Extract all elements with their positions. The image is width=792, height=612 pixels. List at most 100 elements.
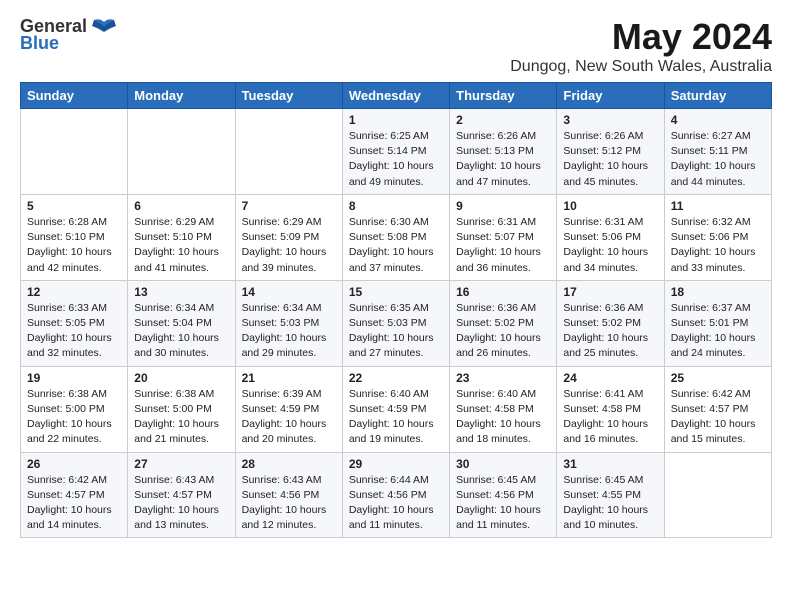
header-wednesday: Wednesday bbox=[342, 83, 449, 109]
calendar-cell: 1Sunrise: 6:25 AM Sunset: 5:14 PM Daylig… bbox=[342, 109, 449, 195]
day-number: 25 bbox=[671, 371, 765, 385]
day-info: Sunrise: 6:29 AM Sunset: 5:10 PM Dayligh… bbox=[134, 215, 228, 276]
title-section: May 2024 Dungog, New South Wales, Austra… bbox=[510, 16, 772, 76]
day-number: 17 bbox=[563, 285, 657, 299]
calendar-cell: 5Sunrise: 6:28 AM Sunset: 5:10 PM Daylig… bbox=[21, 194, 128, 280]
calendar-cell bbox=[21, 109, 128, 195]
day-number: 29 bbox=[349, 457, 443, 471]
day-info: Sunrise: 6:38 AM Sunset: 5:00 PM Dayligh… bbox=[27, 387, 121, 448]
header-friday: Friday bbox=[557, 83, 664, 109]
header: General Blue May 2024 Dungog, New South … bbox=[20, 16, 772, 76]
location-subtitle: Dungog, New South Wales, Australia bbox=[510, 58, 772, 76]
day-number: 13 bbox=[134, 285, 228, 299]
calendar-cell bbox=[128, 109, 235, 195]
day-number: 14 bbox=[242, 285, 336, 299]
day-number: 5 bbox=[27, 199, 121, 213]
day-info: Sunrise: 6:45 AM Sunset: 4:56 PM Dayligh… bbox=[456, 473, 550, 534]
calendar-cell: 10 Sunrise: 6:31 AM Sunset: 5:06 PM Dayli… bbox=[557, 194, 664, 280]
day-info: Sunrise: 6:33 AM Sunset: 5:05 PM Dayligh… bbox=[27, 301, 121, 362]
calendar-cell: 14 Sunrise: 6:34 AM Sunset: 5:03 PM Dayli… bbox=[235, 280, 342, 366]
calendar-cell: 19 Sunrise: 6:38 AM Sunset: 5:00 PM Dayli… bbox=[21, 366, 128, 452]
calendar-cell: 18 Sunrise: 6:37 AM Sunset: 5:01 PM Dayli… bbox=[664, 280, 771, 366]
calendar-week-row: 1Sunrise: 6:25 AM Sunset: 5:14 PM Daylig… bbox=[21, 109, 772, 195]
calendar-cell: 30 Sunrise: 6:45 AM Sunset: 4:56 PM Dayli… bbox=[450, 452, 557, 538]
calendar-cell: 15Sunrise: 6:35 AM Sunset: 5:03 PM Dayli… bbox=[342, 280, 449, 366]
header-tuesday: Tuesday bbox=[235, 83, 342, 109]
day-info: Sunrise: 6:40 AM Sunset: 4:58 PM Dayligh… bbox=[456, 387, 550, 448]
day-number: 30 bbox=[456, 457, 550, 471]
calendar-cell: 26Sunrise: 6:42 AM Sunset: 4:57 PM Dayli… bbox=[21, 452, 128, 538]
calendar-cell: 20 Sunrise: 6:38 AM Sunset: 5:00 PM Dayli… bbox=[128, 366, 235, 452]
day-number: 28 bbox=[242, 457, 336, 471]
day-info: Sunrise: 6:36 AM Sunset: 5:02 PM Dayligh… bbox=[456, 301, 550, 362]
day-info: Sunrise: 6:42 AM Sunset: 4:57 PM Dayligh… bbox=[27, 473, 121, 534]
day-info: Sunrise: 6:36 AM Sunset: 5:02 PM Dayligh… bbox=[563, 301, 657, 362]
day-number: 3 bbox=[563, 113, 657, 127]
day-info: Sunrise: 6:27 AM Sunset: 5:11 PM Dayligh… bbox=[671, 129, 765, 190]
calendar-cell bbox=[664, 452, 771, 538]
calendar-cell: 29 Sunrise: 6:44 AM Sunset: 4:56 PM Dayli… bbox=[342, 452, 449, 538]
calendar-cell: 24 Sunrise: 6:41 AM Sunset: 4:58 PM Dayli… bbox=[557, 366, 664, 452]
calendar-cell: 31Sunrise: 6:45 AM Sunset: 4:55 PM Dayli… bbox=[557, 452, 664, 538]
day-number: 16 bbox=[456, 285, 550, 299]
calendar-week-row: 19 Sunrise: 6:38 AM Sunset: 5:00 PM Dayli… bbox=[21, 366, 772, 452]
header-thursday: Thursday bbox=[450, 83, 557, 109]
day-info: Sunrise: 6:39 AM Sunset: 4:59 PM Dayligh… bbox=[242, 387, 336, 448]
day-info: Sunrise: 6:29 AM Sunset: 5:09 PM Dayligh… bbox=[242, 215, 336, 276]
day-info: Sunrise: 6:44 AM Sunset: 4:56 PM Dayligh… bbox=[349, 473, 443, 534]
calendar-cell: 7Sunrise: 6:29 AM Sunset: 5:09 PM Daylig… bbox=[235, 194, 342, 280]
day-info: Sunrise: 6:32 AM Sunset: 5:06 PM Dayligh… bbox=[671, 215, 765, 276]
header-sunday: Sunday bbox=[21, 83, 128, 109]
calendar-cell: 28 Sunrise: 6:43 AM Sunset: 4:56 PM Dayli… bbox=[235, 452, 342, 538]
logo: General Blue bbox=[20, 16, 118, 54]
day-info: Sunrise: 6:34 AM Sunset: 5:03 PM Dayligh… bbox=[242, 301, 336, 362]
day-number: 18 bbox=[671, 285, 765, 299]
day-number: 1 bbox=[349, 113, 443, 127]
header-monday: Monday bbox=[128, 83, 235, 109]
calendar-week-row: 5Sunrise: 6:28 AM Sunset: 5:10 PM Daylig… bbox=[21, 194, 772, 280]
calendar-header-row: SundayMondayTuesdayWednesdayThursdayFrid… bbox=[21, 83, 772, 109]
calendar-cell: 6Sunrise: 6:29 AM Sunset: 5:10 PM Daylig… bbox=[128, 194, 235, 280]
calendar-cell: 22 Sunrise: 6:40 AM Sunset: 4:59 PM Dayli… bbox=[342, 366, 449, 452]
calendar-table: SundayMondayTuesdayWednesdayThursdayFrid… bbox=[20, 82, 772, 538]
day-number: 27 bbox=[134, 457, 228, 471]
calendar-cell: 4 Sunrise: 6:27 AM Sunset: 5:11 PM Daylig… bbox=[664, 109, 771, 195]
day-info: Sunrise: 6:41 AM Sunset: 4:58 PM Dayligh… bbox=[563, 387, 657, 448]
day-number: 4 bbox=[671, 113, 765, 127]
day-number: 19 bbox=[27, 371, 121, 385]
day-number: 10 bbox=[563, 199, 657, 213]
day-info: Sunrise: 6:34 AM Sunset: 5:04 PM Dayligh… bbox=[134, 301, 228, 362]
logo-blue: Blue bbox=[20, 33, 59, 54]
calendar-week-row: 26Sunrise: 6:42 AM Sunset: 4:57 PM Dayli… bbox=[21, 452, 772, 538]
calendar-cell: 2 Sunrise: 6:26 AM Sunset: 5:13 PM Daylig… bbox=[450, 109, 557, 195]
day-info: Sunrise: 6:26 AM Sunset: 5:12 PM Dayligh… bbox=[563, 129, 657, 190]
day-info: Sunrise: 6:37 AM Sunset: 5:01 PM Dayligh… bbox=[671, 301, 765, 362]
day-number: 20 bbox=[134, 371, 228, 385]
day-info: Sunrise: 6:31 AM Sunset: 5:06 PM Dayligh… bbox=[563, 215, 657, 276]
calendar-cell: 11 Sunrise: 6:32 AM Sunset: 5:06 PM Dayli… bbox=[664, 194, 771, 280]
calendar-cell: 21 Sunrise: 6:39 AM Sunset: 4:59 PM Dayli… bbox=[235, 366, 342, 452]
day-info: Sunrise: 6:31 AM Sunset: 5:07 PM Dayligh… bbox=[456, 215, 550, 276]
day-number: 9 bbox=[456, 199, 550, 213]
calendar-cell: 8 Sunrise: 6:30 AM Sunset: 5:08 PM Daylig… bbox=[342, 194, 449, 280]
calendar-cell bbox=[235, 109, 342, 195]
day-info: Sunrise: 6:30 AM Sunset: 5:08 PM Dayligh… bbox=[349, 215, 443, 276]
day-number: 15 bbox=[349, 285, 443, 299]
calendar-week-row: 12Sunrise: 6:33 AM Sunset: 5:05 PM Dayli… bbox=[21, 280, 772, 366]
day-number: 8 bbox=[349, 199, 443, 213]
calendar-cell: 27Sunrise: 6:43 AM Sunset: 4:57 PM Dayli… bbox=[128, 452, 235, 538]
day-info: Sunrise: 6:45 AM Sunset: 4:55 PM Dayligh… bbox=[563, 473, 657, 534]
day-info: Sunrise: 6:43 AM Sunset: 4:56 PM Dayligh… bbox=[242, 473, 336, 534]
day-info: Sunrise: 6:38 AM Sunset: 5:00 PM Dayligh… bbox=[134, 387, 228, 448]
day-info: Sunrise: 6:40 AM Sunset: 4:59 PM Dayligh… bbox=[349, 387, 443, 448]
logo-bird-icon bbox=[90, 18, 118, 36]
calendar-cell: 12Sunrise: 6:33 AM Sunset: 5:05 PM Dayli… bbox=[21, 280, 128, 366]
day-number: 22 bbox=[349, 371, 443, 385]
calendar-cell: 16 Sunrise: 6:36 AM Sunset: 5:02 PM Dayli… bbox=[450, 280, 557, 366]
day-number: 11 bbox=[671, 199, 765, 213]
day-number: 2 bbox=[456, 113, 550, 127]
day-info: Sunrise: 6:26 AM Sunset: 5:13 PM Dayligh… bbox=[456, 129, 550, 190]
day-number: 21 bbox=[242, 371, 336, 385]
day-number: 24 bbox=[563, 371, 657, 385]
day-info: Sunrise: 6:42 AM Sunset: 4:57 PM Dayligh… bbox=[671, 387, 765, 448]
